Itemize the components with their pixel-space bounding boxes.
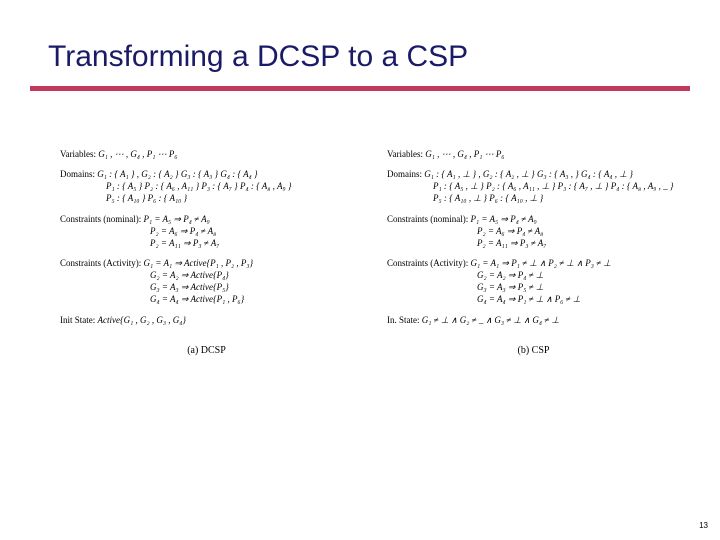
dcsp-init-state-value: Active{G₁ , G₂ , G₃ , G₄} (98, 315, 186, 325)
dcsp-domains: Domains: G₁ : { A₁ } , G₂ : { A₂ } G₃ : … (60, 168, 353, 204)
csp-variables-value: G₁ , ⋯ , G₄ , P₁ ⋯ P₆ (425, 149, 504, 159)
title-underline (30, 86, 690, 91)
dcsp-domains-line1: G₁ : { A₁ } , G₂ : { A₂ } G₃ : { A₃ } G₄… (97, 169, 257, 179)
csp-domains: Domains: G₁ : { A₁ , ⊥ } , G₂ : { A₂ , ⊥… (387, 168, 680, 204)
dcsp-constraints-nominal: Constraints (nominal): P₁ = A₅ ⇒ P₄ ≠ A₉… (60, 213, 353, 249)
csp-init-state-value: G₁ ≠ ⊥ ∧ G₂ ≠ _ ∧ G₃ ≠ ⊥ ∧ G₄ ≠ ⊥ (422, 315, 560, 325)
slide: Transforming a DCSP to a CSP Variables: … (0, 0, 720, 540)
dcsp-cn-line3: P₂ = A₁₁ ⇒ P₃ ≠ A₇ (60, 237, 353, 249)
csp-ca-line4: G₄ = A₄ ⇒ P₁ ≠ ⊥ ∧ P₆ ≠ ⊥ (387, 293, 680, 305)
label-constraints-nominal: Constraints (nominal): (387, 214, 468, 224)
dcsp-ca-line4: G₄ = A₄ ⇒ Active{P₁ , P₆} (60, 293, 353, 305)
dcsp-domains-line3: P₅ : { A₁₀ } P₆ : { A₁₀ } (60, 192, 353, 204)
dcsp-ca-line3: G₃ = A₃ ⇒ Active{P₅} (60, 281, 353, 293)
dcsp-init-state: Init State: Active{G₁ , G₂ , G₃ , G₄} (60, 314, 353, 326)
column-csp: Variables: G₁ , ⋯ , G₄ , P₁ ⋯ P₆ Domains… (387, 148, 680, 357)
csp-ca-line3: G₃ = A₃ ⇒ P₅ ≠ ⊥ (387, 281, 680, 293)
csp-cn-line1: P₁ = A₅ ⇒ P₄ ≠ A₉ (471, 214, 537, 224)
page-number: 13 (699, 521, 708, 530)
csp-ca-line1: G₁ = A₁ ⇒ P₁ ≠ ⊥ ∧ P₂ ≠ ⊥ ∧ P₃ ≠ ⊥ (471, 258, 612, 268)
csp-cn-line2: P₂ = A₆ ⇒ P₄ ≠ A₈ (387, 225, 680, 237)
csp-domains-line2: P₁ : { A₅ , ⊥ } P₂ : { A₆ , A₁₁ , ⊥ } P₃… (387, 180, 680, 192)
dcsp-ca-line1: G₁ = A₁ ⇒ Active{P₁ , P₂ , P₃} (144, 258, 254, 268)
dcsp-ca-line2: G₂ = A₂ ⇒ Active{P₄} (60, 269, 353, 281)
csp-init-state: In. State: G₁ ≠ ⊥ ∧ G₂ ≠ _ ∧ G₃ ≠ ⊥ ∧ G₄… (387, 314, 680, 326)
csp-ca-line2: G₂ = A₂ ⇒ P₄ ≠ ⊥ (387, 269, 680, 281)
label-constraints-activity: Constraints (Activity): (60, 258, 141, 268)
dcsp-variables-value: G₁ , ⋯ , G₄ , P₁ ⋯ P₆ (98, 149, 177, 159)
dcsp-cn-line2: P₂ = A₆ ⇒ P₄ ≠ A₈ (60, 225, 353, 237)
csp-cn-line3: P₂ = A₁₁ ⇒ P₃ ≠ A₇ (387, 237, 680, 249)
csp-variables: Variables: G₁ , ⋯ , G₄ , P₁ ⋯ P₆ (387, 148, 680, 160)
label-variables: Variables: (387, 149, 423, 159)
label-constraints-activity: Constraints (Activity): (387, 258, 468, 268)
csp-constraints-activity: Constraints (Activity): G₁ = A₁ ⇒ P₁ ≠ ⊥… (387, 257, 680, 306)
dcsp-variables: Variables: G₁ , ⋯ , G₄ , P₁ ⋯ P₆ (60, 148, 353, 160)
label-domains: Domains: (387, 169, 422, 179)
label-domains: Domains: (60, 169, 95, 179)
column-dcsp: Variables: G₁ , ⋯ , G₄ , P₁ ⋯ P₆ Domains… (60, 148, 353, 357)
label-variables: Variables: (60, 149, 96, 159)
csp-caption: (b) CSP (387, 344, 680, 358)
label-constraints-nominal: Constraints (nominal): (60, 214, 141, 224)
dcsp-domains-line2: P₁ : { A₅ } P₂ : { A₆ , A₁₁ } P₃ : { A₇ … (60, 180, 353, 192)
dcsp-caption: (a) DCSP (60, 344, 353, 358)
dcsp-constraints-activity: Constraints (Activity): G₁ = A₁ ⇒ Active… (60, 257, 353, 306)
label-init-state: In. State: (387, 315, 420, 325)
slide-title: Transforming a DCSP to a CSP (48, 40, 468, 74)
csp-constraints-nominal: Constraints (nominal): P₁ = A₅ ⇒ P₄ ≠ A₉… (387, 213, 680, 249)
csp-domains-line1: G₁ : { A₁ , ⊥ } , G₂ : { A₂ , ⊥ } G₃ : {… (424, 169, 633, 179)
content-columns: Variables: G₁ , ⋯ , G₄ , P₁ ⋯ P₆ Domains… (60, 148, 680, 357)
dcsp-cn-line1: P₁ = A₅ ⇒ P₄ ≠ A₉ (144, 214, 210, 224)
label-init-state: Init State: (60, 315, 95, 325)
csp-domains-line3: P₅ : { A₁₀ , ⊥ } P₆ : { A₁₀ , ⊥ } (387, 192, 680, 204)
